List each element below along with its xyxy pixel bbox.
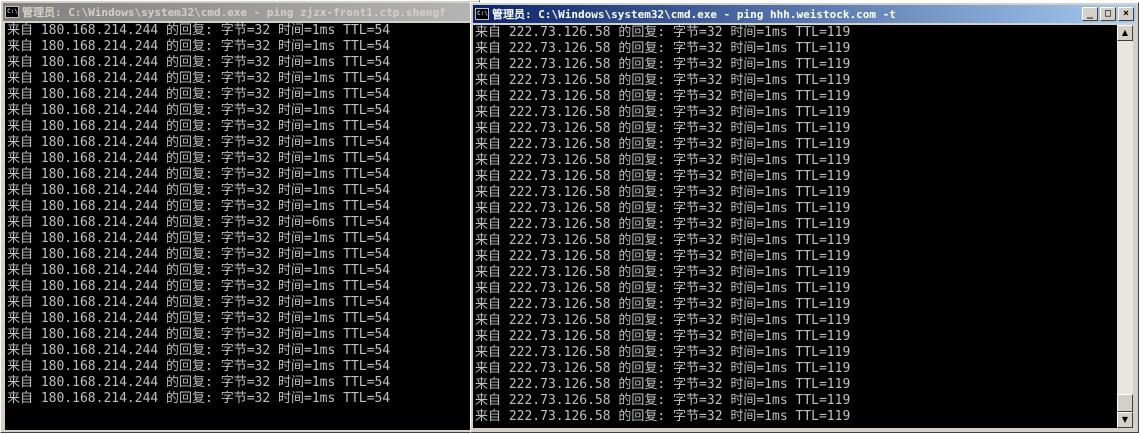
console-line: 来自 180.168.214.244 的回复: 字节=32 时间=1ms TTL… [7, 247, 391, 262]
console-line: 来自 180.168.214.244 的回复: 字节=32 时间=1ms TTL… [7, 71, 391, 86]
console-line: 来自 222.73.126.58 的回复: 字节=32 时间=1ms TTL=1… [475, 297, 851, 312]
minimize-button[interactable]: _ [1082, 7, 1098, 21]
console-line: 来自 180.168.214.244 的回复: 字节=32 时间=1ms TTL… [7, 183, 391, 198]
cmd-window-left-titlebar[interactable]: 管理员: C:\Windows\system32\cmd.exe - ping … [3, 3, 477, 21]
console-line: 来自 180.168.214.244 的回复: 字节=32 时间=1ms TTL… [7, 295, 391, 310]
cmd-window-right-titlebar[interactable]: 管理员: C:\Windows\system32\cmd.exe - ping … [473, 5, 1136, 23]
close-button[interactable]: × [1118, 7, 1134, 21]
console-line: 来自 222.73.126.58 的回复: 字节=32 时间=1ms TTL=1… [475, 89, 851, 104]
console-line: 来自 222.73.126.58 的回复: 字节=32 时间=1ms TTL=1… [475, 313, 851, 328]
console-line: 来自 180.168.214.244 的回复: 字节=32 时间=1ms TTL… [7, 311, 391, 326]
console-line: 来自 222.73.126.58 的回复: 字节=32 时间=1ms TTL=1… [475, 41, 851, 56]
console-line: 来自 222.73.126.58 的回复: 字节=32 时间=1ms TTL=1… [475, 105, 851, 120]
console-line: 来自 222.73.126.58 的回复: 字节=32 时间=1ms TTL=1… [475, 25, 851, 40]
cmd-icon [5, 6, 19, 18]
console-line: 来自 222.73.126.58 的回复: 字节=32 时间=1ms TTL=1… [475, 361, 851, 376]
console-line: 来自 222.73.126.58 的回复: 字节=32 时间=1ms TTL=1… [475, 73, 851, 88]
console-line: 来自 222.73.126.58 的回复: 字节=32 时间=1ms TTL=1… [475, 169, 851, 184]
window-title: 管理员: C:\Windows\system32\cmd.exe - ping … [22, 6, 446, 19]
console-output[interactable]: 来自 222.73.126.58 的回复: 字节=32 时间=1ms TTL=1… [473, 25, 1117, 428]
console-line: 来自 222.73.126.58 的回复: 字节=32 时间=1ms TTL=1… [475, 393, 851, 408]
console-line: 来自 180.168.214.244 的回复: 字节=32 时间=1ms TTL… [7, 375, 391, 390]
console-line: 来自 180.168.214.244 的回复: 字节=32 时间=1ms TTL… [7, 55, 391, 70]
console-line: 来自 222.73.126.58 的回复: 字节=32 时间=1ms TTL=1… [475, 57, 851, 72]
console-line: 来自 180.168.214.244 的回复: 字节=32 时间=1ms TTL… [7, 87, 391, 102]
console-line: 来自 180.168.214.244 的回复: 字节=32 时间=6ms TTL… [7, 215, 391, 230]
console-line: 来自 222.73.126.58 的回复: 字节=32 时间=1ms TTL=1… [475, 281, 851, 296]
console-line: 来自 222.73.126.58 的回复: 字节=32 时间=1ms TTL=1… [475, 233, 851, 248]
console-line: 来自 222.73.126.58 的回复: 字节=32 时间=1ms TTL=1… [475, 217, 851, 232]
vertical-scrollbar[interactable]: ▲ ▼ [1117, 25, 1133, 428]
console-line: 来自 180.168.214.244 的回复: 字节=32 时间=1ms TTL… [7, 263, 391, 278]
scroll-thumb[interactable] [1117, 394, 1133, 412]
scroll-up-arrow-icon[interactable]: ▲ [1117, 25, 1133, 41]
console-line: 来自 222.73.126.58 的回复: 字节=32 时间=1ms TTL=1… [475, 265, 851, 280]
maximize-button[interactable]: □ [1100, 7, 1116, 21]
cmd-icon [475, 8, 489, 20]
console-line: 来自 222.73.126.58 的回复: 字节=32 时间=1ms TTL=1… [475, 121, 851, 136]
console-line: 来自 180.168.214.244 的回复: 字节=32 时间=1ms TTL… [7, 119, 391, 134]
console-line: 来自 222.73.126.58 的回复: 字节=32 时间=1ms TTL=1… [475, 137, 851, 152]
console-line: 来自 222.73.126.58 的回复: 字节=32 时间=1ms TTL=1… [475, 409, 851, 424]
console-line: 来自 222.73.126.58 的回复: 字节=32 时间=1ms TTL=1… [475, 249, 851, 264]
console-line: 来自 222.73.126.58 的回复: 字节=32 时间=1ms TTL=1… [475, 329, 851, 344]
scroll-down-arrow-icon[interactable]: ▼ [1117, 412, 1133, 428]
console-line: 来自 180.168.214.244 的回复: 字节=32 时间=1ms TTL… [7, 103, 391, 118]
console-line: 来自 222.73.126.58 的回复: 字节=32 时间=1ms TTL=1… [475, 377, 851, 392]
console-line: 来自 222.73.126.58 的回复: 字节=32 时间=1ms TTL=1… [475, 201, 851, 216]
console-line: 来自 180.168.214.244 的回复: 字节=32 时间=1ms TTL… [7, 151, 391, 166]
console-line: 来自 180.168.214.244 的回复: 字节=32 时间=1ms TTL… [7, 23, 391, 38]
console-line: 来自 180.168.214.244 的回复: 字节=32 时间=1ms TTL… [7, 327, 391, 342]
cmd-window-right[interactable]: 管理员: C:\Windows\system32\cmd.exe - ping … [470, 2, 1139, 433]
console-line: 来自 180.168.214.244 的回复: 字节=32 时间=1ms TTL… [7, 279, 391, 294]
console-output[interactable]: 来自 180.168.214.244 的回复: 字节=32 时间=1ms TTL… [5, 23, 475, 430]
console-line: 来自 180.168.214.244 的回复: 字节=32 时间=1ms TTL… [7, 359, 391, 374]
console-line: 来自 180.168.214.244 的回复: 字节=32 时间=1ms TTL… [7, 343, 391, 358]
console-line: 来自 180.168.214.244 的回复: 字节=32 时间=1ms TTL… [7, 39, 391, 54]
console-line: 来自 180.168.214.244 的回复: 字节=32 时间=1ms TTL… [7, 199, 391, 214]
console-line: 来自 222.73.126.58 的回复: 字节=32 时间=1ms TTL=1… [475, 153, 851, 168]
cmd-window-left[interactable]: 管理员: C:\Windows\system32\cmd.exe - ping … [0, 0, 480, 433]
console-line: 来自 180.168.214.244 的回复: 字节=32 时间=1ms TTL… [7, 391, 391, 406]
window-title: 管理员: C:\Windows\system32\cmd.exe - ping … [492, 8, 896, 21]
console-line: 来自 222.73.126.58 的回复: 字节=32 时间=1ms TTL=1… [475, 345, 851, 360]
console-line: 来自 180.168.214.244 的回复: 字节=32 时间=1ms TTL… [7, 231, 391, 246]
window-controls: _ □ × [1082, 7, 1134, 21]
console-line: 来自 222.73.126.58 的回复: 字节=32 时间=1ms TTL=1… [475, 185, 851, 200]
console-line: 来自 180.168.214.244 的回复: 字节=32 时间=1ms TTL… [7, 167, 391, 182]
console-line: 来自 180.168.214.244 的回复: 字节=32 时间=1ms TTL… [7, 135, 391, 150]
